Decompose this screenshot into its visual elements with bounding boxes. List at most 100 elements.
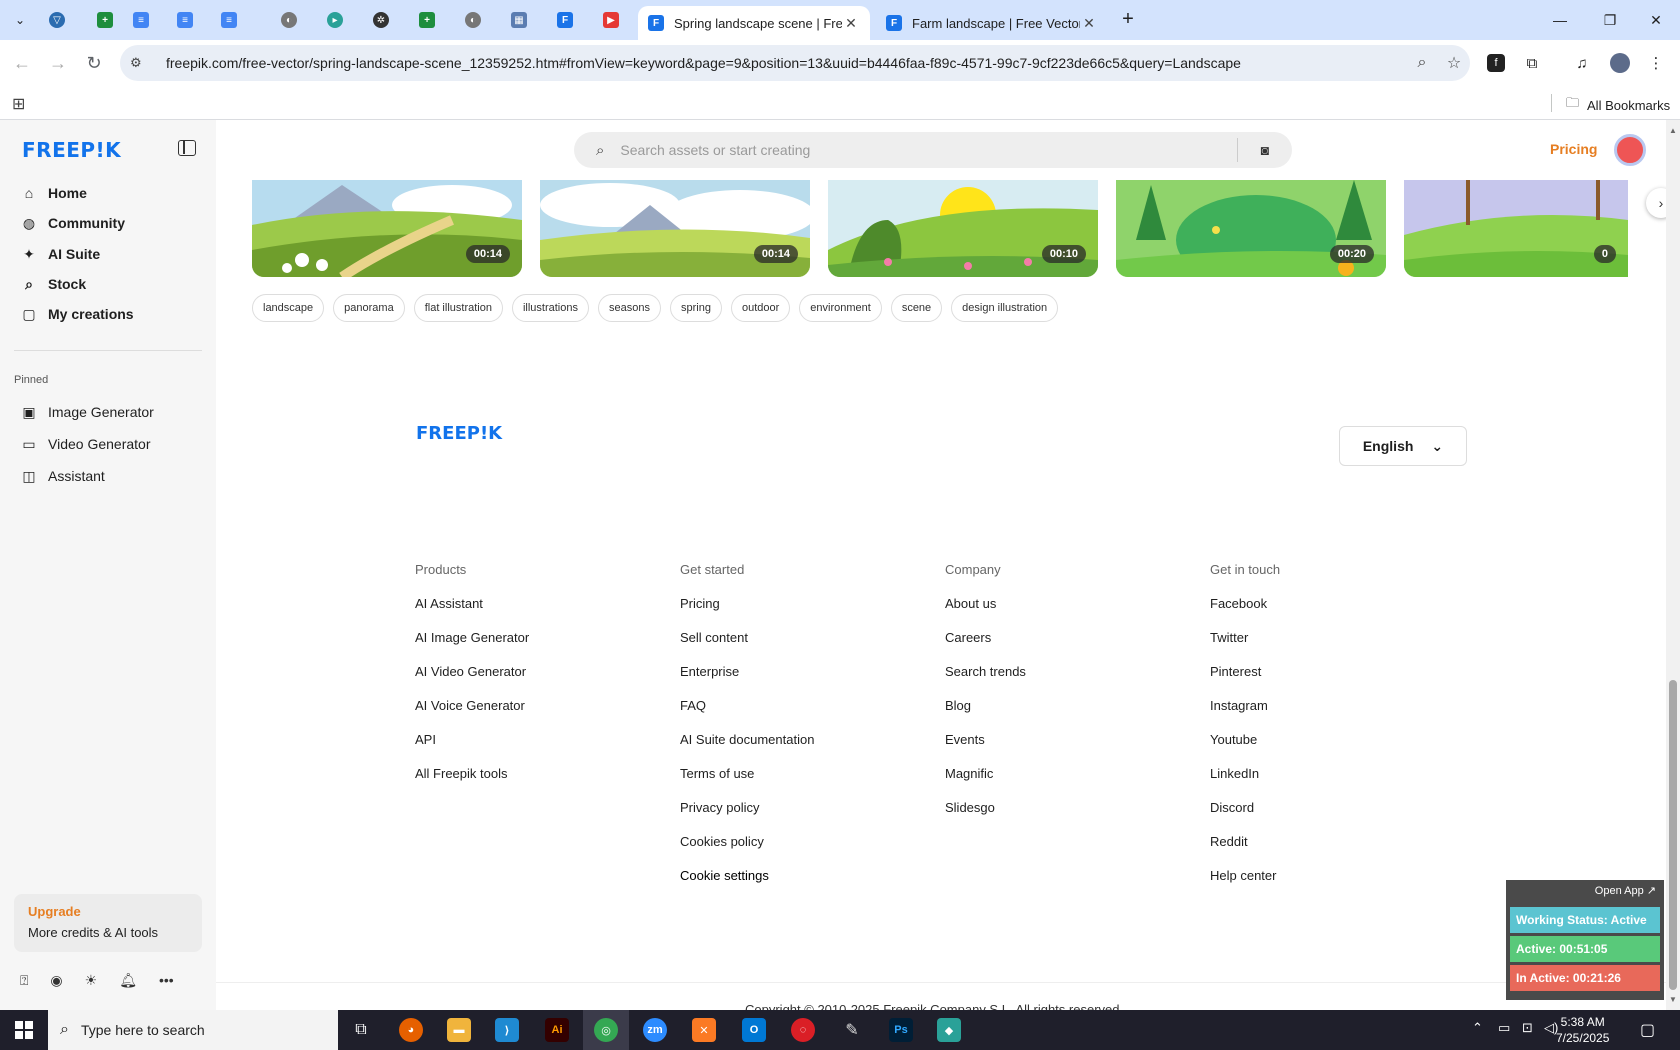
taskbar-vscode[interactable]: ⟩: [484, 1010, 530, 1050]
footer-link[interactable]: Facebook: [1210, 596, 1280, 614]
pricing-link[interactable]: Pricing: [1550, 141, 1597, 157]
carousel-next-button[interactable]: ›: [1646, 188, 1666, 218]
tag-chip[interactable]: flat illustration: [413, 294, 503, 322]
footer-link[interactable]: Enterprise: [680, 664, 814, 682]
sidebar-item-image-generator[interactable]: ▣ Image Generator: [20, 397, 153, 427]
tag-chip[interactable]: design illustration: [951, 294, 1059, 322]
taskbar-photoshop[interactable]: Ps: [878, 1010, 924, 1050]
footer-link[interactable]: Magnific: [945, 766, 1026, 784]
tag-chip[interactable]: panorama: [333, 294, 405, 322]
footer-link[interactable]: About us: [945, 596, 1026, 614]
footer-link[interactable]: Cookies policy: [680, 834, 814, 852]
scrollbar-thumb[interactable]: [1669, 680, 1677, 990]
footer-link[interactable]: AI Assistant: [415, 596, 529, 614]
footer-link[interactable]: FAQ: [680, 698, 814, 716]
video-thumbnail[interactable]: 00:10: [828, 180, 1098, 277]
close-tab-icon[interactable]: ✕: [842, 15, 860, 32]
camera-search-icon[interactable]: ◙: [1238, 142, 1292, 158]
video-thumbnail[interactable]: 00:20: [1116, 180, 1386, 277]
footer-link[interactable]: Slidesgo: [945, 800, 1026, 818]
minimize-icon[interactable]: —: [1540, 6, 1580, 34]
tag-chip[interactable]: scene: [890, 294, 943, 322]
bookmark-star-icon[interactable]: ☆: [1438, 53, 1470, 73]
sidebar-item-stock[interactable]: ⌕ Stock: [20, 269, 86, 299]
pinned-tab[interactable]: ≡: [172, 8, 198, 32]
language-select[interactable]: English ⌄: [1339, 426, 1467, 466]
site-info-icon[interactable]: ⚙: [130, 55, 152, 71]
scroll-down-icon[interactable]: ▼: [1669, 995, 1677, 1004]
sidebar-item-video-generator[interactable]: ▭ Video Generator: [20, 429, 150, 459]
tray-monitor-icon[interactable]: ▭: [1498, 1020, 1510, 1036]
restore-icon[interactable]: ❐: [1590, 6, 1630, 34]
pinned-tab[interactable]: ▶: [598, 8, 624, 32]
tab-search-dropdown-icon[interactable]: ⌄: [8, 8, 32, 32]
apps-grid-icon[interactable]: ⊞: [12, 94, 25, 114]
back-icon[interactable]: ←: [10, 51, 34, 75]
pinned-tab[interactable]: ◐: [276, 8, 302, 32]
footer-link[interactable]: Youtube: [1210, 732, 1280, 750]
discord-icon[interactable]: ◉: [50, 972, 62, 989]
taskbar-search[interactable]: ⌕ Type here to search: [48, 1010, 338, 1050]
taskbar-outlook[interactable]: O: [731, 1010, 777, 1050]
pinned-tab[interactable]: ▦: [506, 8, 532, 32]
footer-link[interactable]: Careers: [945, 630, 1026, 648]
taskbar-illustrator[interactable]: Ai: [534, 1010, 580, 1050]
forward-icon[interactable]: →: [46, 51, 70, 75]
new-tab-button[interactable]: +: [1116, 8, 1140, 32]
notifications-bell-icon[interactable]: 🔔︎: [119, 972, 137, 989]
tag-chip[interactable]: environment: [799, 294, 882, 322]
taskbar-xampp[interactable]: ✕: [681, 1010, 727, 1050]
cookie-settings-button[interactable]: Cookie settings: [680, 868, 814, 886]
taskbar-file-explorer[interactable]: ▬: [436, 1010, 482, 1050]
profile-avatar-icon[interactable]: [1608, 51, 1632, 75]
footer-link[interactable]: Privacy policy: [680, 800, 814, 818]
sidebar-item-home[interactable]: ⌂ Home: [20, 178, 87, 208]
pinned-tab[interactable]: ≡: [128, 8, 154, 32]
pinned-tab[interactable]: +: [414, 8, 440, 32]
footer-link[interactable]: AI Image Generator: [415, 630, 529, 648]
address-bar[interactable]: ⚙ freepik.com/free-vector/spring-landsca…: [120, 45, 1470, 81]
footer-link[interactable]: Discord: [1210, 800, 1280, 818]
footer-link[interactable]: All Freepik tools: [415, 766, 529, 784]
user-avatar[interactable]: [1614, 134, 1646, 166]
theme-sun-icon[interactable]: ☀: [85, 972, 98, 989]
sidebar-item-my-creations[interactable]: ▢ My creations: [20, 299, 133, 329]
zoom-icon[interactable]: ⌕: [1406, 54, 1438, 72]
freepik-logo[interactable]: FREEP!K: [22, 138, 121, 162]
page-scrollbar[interactable]: ▲ ▼: [1666, 120, 1680, 1010]
tag-chip[interactable]: illustrations: [511, 294, 589, 322]
footer-link[interactable]: LinkedIn: [1210, 766, 1280, 784]
taskbar-zoom[interactable]: zm: [632, 1010, 678, 1050]
pinned-tab[interactable]: +: [92, 8, 118, 32]
sidebar-item-assistant[interactable]: ◫ Assistant: [20, 461, 104, 491]
tab-spring-landscape[interactable]: F Spring landscape scene | Free V ✕: [638, 6, 870, 40]
extensions-puzzle-icon[interactable]: ⧉: [1520, 51, 1544, 75]
reload-icon[interactable]: ↻: [82, 51, 106, 75]
tab-farm-landscape[interactable]: F Farm landscape | Free Vector ✕: [876, 6, 1108, 40]
upgrade-card[interactable]: Upgrade More credits & AI tools: [14, 894, 202, 952]
search-input[interactable]: [620, 142, 1237, 158]
taskbar-app[interactable]: ◆: [926, 1010, 972, 1050]
network-icon[interactable]: ⊡: [1522, 1020, 1533, 1036]
pinned-tab[interactable]: ▽: [44, 8, 70, 32]
scroll-up-icon[interactable]: ▲: [1669, 126, 1677, 135]
footer-link[interactable]: AI Video Generator: [415, 664, 529, 682]
footer-link[interactable]: Reddit: [1210, 834, 1280, 852]
footer-link[interactable]: AI Suite documentation: [680, 732, 814, 750]
pinned-tab[interactable]: ≡: [216, 8, 242, 32]
footer-link[interactable]: Pricing: [680, 596, 814, 614]
taskbar-creative-cloud[interactable]: ◌: [780, 1010, 826, 1050]
tag-chip[interactable]: outdoor: [730, 294, 791, 322]
extension-icon[interactable]: f: [1484, 51, 1508, 75]
taskbar-firefox[interactable]: ◕: [388, 1010, 434, 1050]
video-thumbnail[interactable]: 00:14: [252, 180, 522, 277]
more-options-icon[interactable]: •••: [159, 972, 174, 989]
url-text[interactable]: freepik.com/free-vector/spring-landscape…: [166, 55, 1406, 71]
footer-link[interactable]: Terms of use: [680, 766, 814, 784]
pinned-tab[interactable]: F: [552, 8, 578, 32]
close-tab-icon[interactable]: ✕: [1080, 15, 1098, 32]
footer-link[interactable]: Twitter: [1210, 630, 1280, 648]
footer-link[interactable]: AI Voice Generator: [415, 698, 529, 716]
media-control-icon[interactable]: ♫: [1570, 51, 1594, 75]
footer-logo[interactable]: FREEP!K: [416, 423, 502, 444]
